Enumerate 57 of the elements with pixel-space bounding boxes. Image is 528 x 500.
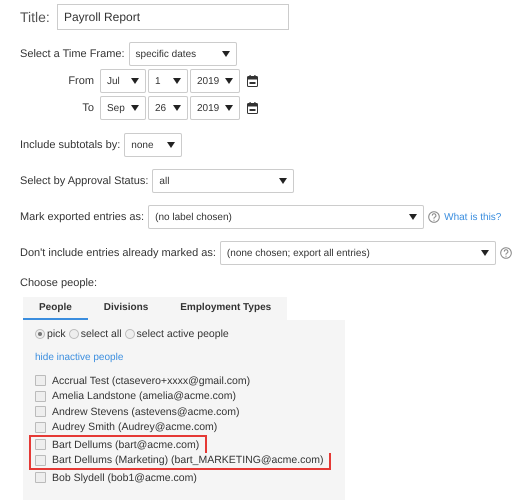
date-label: From <box>67 75 94 87</box>
year-select[interactable]: 2019 <box>190 69 240 93</box>
help-icon[interactable] <box>500 247 512 259</box>
title-field[interactable]: Payroll Report <box>57 4 289 30</box>
calendar-icon[interactable] <box>247 75 258 87</box>
subtotals-select[interactable]: none <box>124 133 182 157</box>
caret-icon <box>131 78 139 84</box>
caret-icon <box>131 105 139 111</box>
year-select[interactable]: 2019 <box>190 96 240 120</box>
caret-icon <box>480 250 489 256</box>
person-label[interactable]: Accrual Test (ctasevero+xxxx@gmail.com) <box>52 374 250 387</box>
day-select[interactable]: 1 <box>148 69 188 93</box>
radio-button[interactable] <box>35 329 45 339</box>
caret-icon <box>167 142 176 148</box>
title-label: Title: <box>20 9 51 25</box>
month-select[interactable]: Sep <box>100 96 146 120</box>
checkbox[interactable] <box>35 375 46 386</box>
tab[interactable]: Employment Types <box>164 297 288 320</box>
radio-label[interactable]: select active people <box>136 328 229 340</box>
caret-icon <box>225 105 233 111</box>
person-label[interactable]: Audrey Smith (Audrey@acme.com) <box>52 421 218 434</box>
radio-label[interactable]: select all <box>80 328 122 340</box>
radio-button[interactable] <box>68 329 79 339</box>
time-frame-select[interactable]: specific dates <box>128 42 237 66</box>
checkbox[interactable] <box>35 472 46 484</box>
checkbox[interactable] <box>35 454 46 466</box>
time-frame-label: Select a Time Frame: <box>20 48 125 60</box>
checkbox[interactable] <box>35 422 46 433</box>
person-label[interactable]: Bob Slydell (bob1@acme.com) <box>52 472 197 484</box>
caret-icon <box>222 51 230 57</box>
checkbox[interactable] <box>35 406 46 418</box>
radio-label[interactable]: pick <box>47 328 66 340</box>
tab[interactable]: People <box>23 297 88 320</box>
choose-people-label: Choose people: <box>20 277 98 289</box>
label-select[interactable]: (no label chosen) <box>148 205 424 229</box>
caret-icon <box>173 105 181 111</box>
caret-icon <box>173 78 181 84</box>
month-select[interactable]: Jul <box>100 69 146 93</box>
checkbox[interactable] <box>35 390 46 402</box>
exclude-marked-label: Don't include entries already marked as: <box>20 247 216 259</box>
label-select[interactable]: (none chosen; export all entries) <box>220 241 496 265</box>
help-icon[interactable] <box>428 211 440 223</box>
person-label[interactable]: Andrew Stevens (astevens@acme.com) <box>52 406 240 418</box>
approval-label: Select by Approval Status: <box>20 175 148 187</box>
subtotals-label: Include subtotals by: <box>20 139 120 151</box>
caret-icon <box>279 178 288 184</box>
date-label: To <box>81 102 94 114</box>
tab[interactable]: Divisions <box>88 297 164 320</box>
approval-select[interactable]: all <box>152 169 294 193</box>
caret-icon <box>225 78 233 84</box>
caret-icon <box>409 214 418 220</box>
person-label[interactable]: Amelia Landstone (amelia@acme.com) <box>52 390 236 402</box>
checkbox[interactable] <box>35 439 46 450</box>
radio-button[interactable] <box>124 329 135 339</box>
day-select[interactable]: 26 <box>148 96 188 120</box>
mark-exported-label: Mark exported entries as: <box>20 211 144 223</box>
calendar-icon[interactable] <box>247 102 258 114</box>
